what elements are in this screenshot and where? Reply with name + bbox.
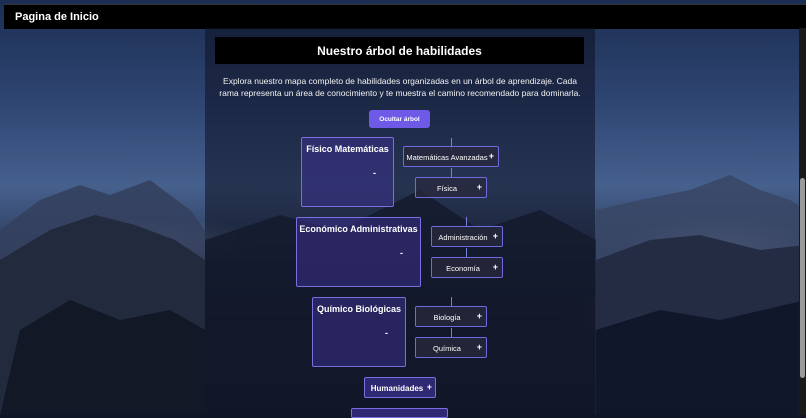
intro-text: Explora nuestro mapa completo de habilid… [219,76,581,98]
collapse-toggle[interactable]: - [373,168,376,178]
skill-label: Química [433,344,461,353]
expand-plus-icon[interactable]: + [477,311,482,321]
hide-tree-button[interactable]: Ocultar árbol [369,110,430,128]
skill-fisica[interactable]: Física + [415,177,487,198]
area-card-humanidades[interactable]: Humanidades + [364,377,436,398]
expand-plus-icon[interactable]: + [489,151,494,161]
site-title[interactable]: Pagina de Inicio [15,11,99,23]
area-title: Físico Matemáticas [306,144,389,154]
area-title: Económico Administrativas [299,224,418,234]
page-heading: Nuestro árbol de habilidades [215,37,584,64]
expand-plus-icon[interactable]: + [477,182,482,192]
expand-plus-icon[interactable]: + [477,342,482,352]
area-card-fisico-matematicas[interactable]: Físico Matemáticas - [301,137,394,207]
skill-administracion[interactable]: Administración + [431,226,503,247]
area-title: Humanidades [370,384,424,393]
area-card-partial[interactable] [351,408,448,418]
skill-matematicas-avanzadas[interactable]: Matemáticas Avanzadas + [403,146,499,167]
area-title: Químico Biológicas [316,304,401,314]
top-navbar: Pagina de Inicio [4,4,806,29]
skill-label: Economía [446,264,480,273]
skill-quimica[interactable]: Química + [415,337,487,358]
area-card-economico-administrativas[interactable]: Económico Administrativas - [296,217,421,287]
page-scrollbar[interactable] [799,28,806,415]
collapse-toggle[interactable]: - [400,248,403,258]
expand-plus-icon[interactable]: + [493,231,498,241]
area-card-quimico-biologicas[interactable]: Químico Biológicas - [312,297,406,367]
skill-label: Administración [438,233,488,242]
skill-label: Biología [433,313,461,322]
skill-label: Física [436,184,457,193]
expand-plus-icon[interactable]: + [493,262,498,272]
collapse-toggle[interactable]: - [385,328,388,338]
skill-label: Matemáticas Avanzadas [406,153,488,162]
scrollbar-thumb[interactable] [800,178,805,378]
skill-biologia[interactable]: Biología + [415,306,487,327]
expand-plus-icon[interactable]: + [427,382,432,392]
skill-economia[interactable]: Economía + [431,257,503,278]
